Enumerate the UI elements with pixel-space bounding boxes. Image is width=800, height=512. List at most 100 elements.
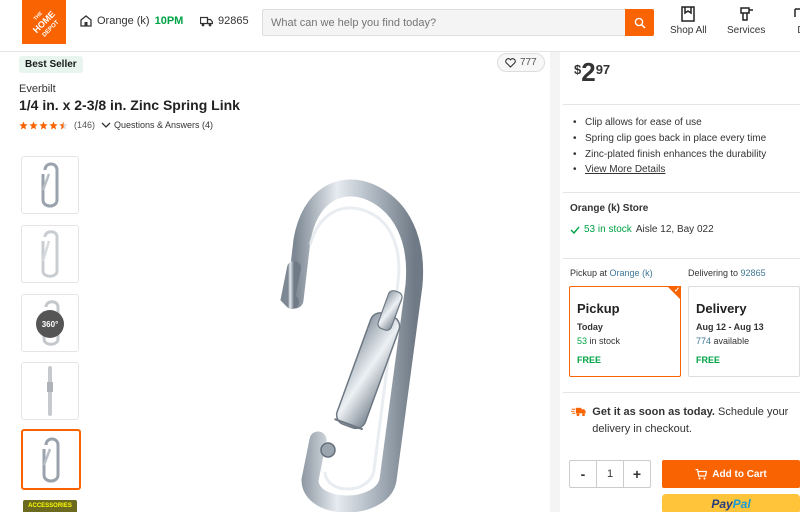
favorite-button[interactable]: 777 <box>497 53 545 72</box>
home-depot-logo[interactable]: THE HOME DEPOT <box>22 0 66 44</box>
thumbnail-1[interactable] <box>21 156 79 214</box>
services-label: Services <box>727 25 766 36</box>
zinc-spring-link-image <box>280 179 424 512</box>
questions-answers-link[interactable]: Questions & Answers (4) <box>101 120 213 130</box>
header: THE HOME DEPOT Orange (k) 10PM 92865 Sho… <box>0 0 800 52</box>
check-icon: ✓ <box>674 287 680 294</box>
star-rating[interactable] <box>19 120 68 130</box>
search-button[interactable] <box>625 9 654 36</box>
highlight-item: Clip allows for ease of use <box>573 115 800 131</box>
store-stock-row: 53 in stock Aisle 12, Bay 022 <box>570 224 800 235</box>
search-bar <box>262 9 654 36</box>
shop-all-button[interactable]: Shop All <box>670 5 707 36</box>
fast-truck-icon <box>571 407 586 417</box>
delivery-option-card[interactable]: Delivery Aug 12 - Aug 13 774 available F… <box>688 286 800 377</box>
product-brand[interactable]: Everbilt <box>19 83 56 95</box>
rating-row: (146) Questions & Answers (4) <box>19 120 213 130</box>
fulfillment-options: Pickup at Orange (k) Delivering to 92865… <box>563 258 800 384</box>
star-icon <box>19 120 28 129</box>
store-selector[interactable]: Orange (k) 10PM <box>80 15 183 27</box>
store-icon <box>80 15 92 27</box>
column-divider <box>550 52 560 512</box>
truck-icon <box>200 16 213 26</box>
pickup-option-card[interactable]: ✓ Pickup Today 53 in stock FREE <box>569 286 681 377</box>
thumbnail-2[interactable] <box>21 225 79 283</box>
store-hours: 10PM <box>154 15 184 27</box>
checkmark-icon <box>570 226 580 234</box>
services-button[interactable]: Services <box>727 5 765 36</box>
pickup-price: FREE <box>577 355 602 365</box>
cart-icon <box>695 468 708 479</box>
carabiner-thumbnail-image <box>42 437 60 482</box>
paypal-logo-pay: Pay <box>711 497 733 511</box>
view-more-details-link[interactable]: View More Details <box>573 162 800 178</box>
thumbnail-360[interactable]: 360° <box>21 294 79 352</box>
pickup-store-link[interactable]: Orange (k) <box>610 268 653 278</box>
pickup-at-prefix: Pickup at <box>570 268 608 278</box>
360-view-icon: 360° <box>36 310 64 338</box>
heart-icon <box>505 57 516 68</box>
shop-all-label: Shop All <box>670 25 707 36</box>
main-product-image[interactable] <box>110 150 530 512</box>
star-icon <box>39 120 48 129</box>
shop-all-icon <box>681 6 696 22</box>
store-box-name: Orange (k) Store <box>570 203 649 214</box>
add-to-cart-button[interactable]: Add to Cart <box>662 460 800 488</box>
highlight-item: Spring clip goes back in place every tim… <box>573 131 800 147</box>
delivery-availability: 774 available <box>696 336 799 346</box>
price-currency: $ <box>574 62 582 77</box>
pickup-availability: 53 in stock <box>577 336 680 346</box>
pickup-at-label: Pickup at Orange (k) <box>570 268 653 278</box>
carabiner-side-thumbnail-image <box>47 366 53 416</box>
favorite-count: 777 <box>520 57 537 68</box>
qa-label: Questions & Answers (4) <box>114 120 214 130</box>
chevron-down-icon <box>101 122 111 128</box>
carabiner-thumbnail-image <box>41 162 59 208</box>
diy-button[interactable]: D <box>792 5 800 36</box>
product-highlights: Clip allows for ease of use Spring clip … <box>563 104 800 184</box>
search-icon <box>634 17 646 29</box>
price-cents: 97 <box>595 62 611 77</box>
store-name: Orange (k) <box>97 15 150 27</box>
star-icon <box>29 120 38 129</box>
delivering-to-label: Delivering to 92865 <box>688 268 766 278</box>
delivery-price: FREE <box>696 355 721 365</box>
highlight-item: Zinc-plated finish enhances the durabili… <box>573 147 800 163</box>
carabiner-thumbnail-image <box>41 230 59 278</box>
360-label: 360° <box>41 319 59 329</box>
half-star-icon <box>59 120 68 129</box>
search-input[interactable] <box>263 10 625 35</box>
thumbnail-5-selected[interactable] <box>21 429 81 490</box>
review-count[interactable]: (146) <box>74 120 95 130</box>
get-it-soon-text: Get it as soon as today. Schedule your d… <box>592 404 800 444</box>
thumbnail-4[interactable] <box>21 362 79 420</box>
store-stock-count: 53 in stock <box>584 224 632 235</box>
product-price: $ 2 97 <box>574 58 610 86</box>
drill-icon <box>740 7 754 21</box>
accessories-thumbnail-label[interactable]: ACCESSORIES <box>23 500 77 512</box>
delivering-to-prefix: Delivering to <box>688 268 739 278</box>
quantity-increment-button[interactable]: + <box>624 461 650 487</box>
pickup-title: Pickup <box>577 301 620 316</box>
star-icon <box>49 120 58 129</box>
zip-selector[interactable]: 92865 <box>200 15 249 27</box>
store-aisle-location: Aisle 12, Bay 022 <box>635 224 714 235</box>
pickup-when: Today <box>577 322 603 332</box>
pickup-avail-text: in stock <box>589 336 621 346</box>
get-it-soon-bold: Get it as soon as today. <box>592 406 715 418</box>
product-title: 1/4 in. x 2-3/8 in. Zinc Spring Link <box>19 97 240 113</box>
diy-icon <box>794 8 800 17</box>
paypal-logo-pal: Pal <box>732 497 751 511</box>
store-availability: Orange (k) Store 53 in stock Aisle 12, B… <box>563 192 800 252</box>
delivery-title: Delivery <box>696 301 747 316</box>
quantity-decrement-button[interactable]: - <box>570 461 596 487</box>
paypal-button[interactable]: Pay Pal <box>662 494 800 512</box>
best-seller-badge: Best Seller <box>19 56 83 73</box>
quantity-stepper: - 1 + <box>569 460 651 488</box>
pickup-avail-count: 53 <box>577 336 588 346</box>
quantity-input[interactable]: 1 <box>596 461 624 487</box>
add-to-cart-label: Add to Cart <box>712 468 767 480</box>
get-it-soon-banner: Get it as soon as today. Schedule your d… <box>563 392 800 444</box>
delivery-zip-link[interactable]: 92865 <box>741 268 766 278</box>
delivery-avail-count: 774 <box>696 336 712 346</box>
